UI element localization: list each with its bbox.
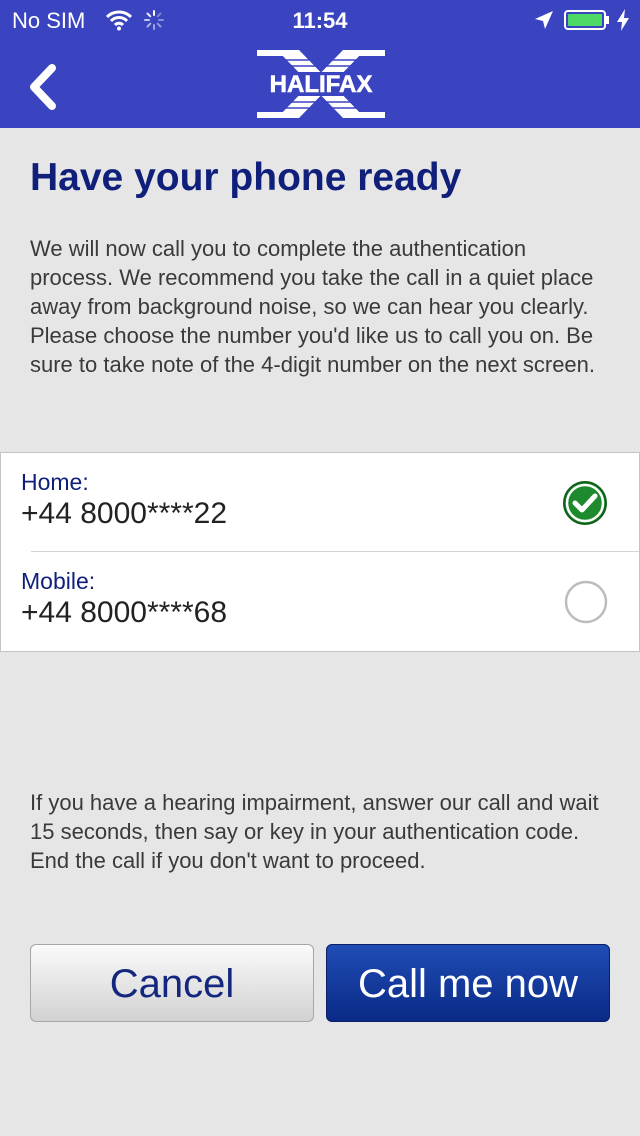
unselected-radio-icon[interactable] <box>564 580 608 624</box>
option-mobile[interactable]: Mobile: +44 8000****68 <box>1 552 639 650</box>
phone-number-list: Home: +44 8000****22 Mobile: +44 8000***… <box>0 452 640 652</box>
option-home[interactable]: Home: +44 8000****22 <box>1 453 639 552</box>
location-arrow-icon <box>535 11 553 29</box>
intro-text: We will now call you to complete the aut… <box>30 236 596 377</box>
logo-wordmark: HALIFAX <box>270 71 373 98</box>
charging-bolt-icon <box>617 9 629 31</box>
battery-icon <box>564 10 609 30</box>
option-label: Mobile: <box>21 568 96 594</box>
call-me-now-button[interactable]: Call me now <box>326 944 610 1022</box>
halifax-logo: HALIFAX <box>255 50 387 118</box>
option-number: +44 8000****22 <box>21 497 228 530</box>
selected-check-icon[interactable] <box>562 480 608 526</box>
option-number: +44 8000****68 <box>21 596 228 629</box>
back-button[interactable] <box>22 62 62 112</box>
option-label: Home: <box>21 469 89 495</box>
chevron-left-icon <box>30 64 56 110</box>
hearing-impairment-note: If you have a hearing impairment, answer… <box>30 790 599 873</box>
app-header: No SIM 11:54 HALIFAX <box>0 0 640 128</box>
page-title: Have your phone ready <box>30 156 462 199</box>
cancel-button[interactable]: Cancel <box>30 944 314 1022</box>
status-bar: No SIM 11:54 <box>0 0 640 40</box>
